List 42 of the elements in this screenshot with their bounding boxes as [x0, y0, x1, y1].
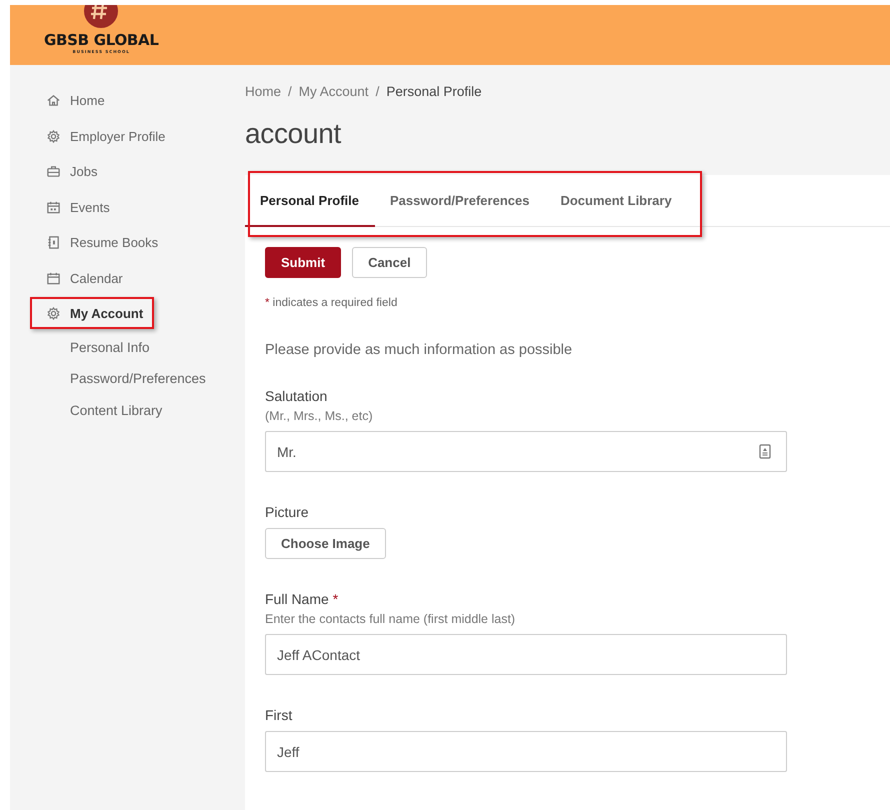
calendar-icon [46, 200, 61, 215]
breadcrumb-link[interactable]: My Account [298, 84, 369, 104]
logo-name: GBSB GLOBAL [44, 31, 159, 49]
field-label: Salutation [265, 388, 328, 404]
cancel-button[interactable]: Cancel [352, 247, 427, 278]
field-label: Full Name * [265, 591, 340, 607]
breadcrumb-current: Personal Profile [386, 84, 482, 101]
gear-icon [46, 306, 61, 322]
tab[interactable]: Document Library [545, 175, 688, 227]
breadcrumb-separator: / [288, 84, 292, 101]
sidebar-item[interactable]: Employer Profile [70, 128, 166, 144]
submit-button[interactable]: Submit [265, 247, 342, 278]
input-field[interactable]: Jeff AContact [265, 634, 787, 675]
breadcrumb-link[interactable]: Home [245, 84, 282, 104]
sidebar-item[interactable]: Home [70, 93, 105, 108]
breadcrumb-separator: / [376, 84, 380, 101]
choose-image-button[interactable]: Choose Image [265, 528, 386, 559]
intro-text: Please provide as much information as possible [265, 342, 574, 358]
sidebar-subitem[interactable]: Password/Preferences [10, 363, 245, 394]
book-icon [46, 235, 61, 250]
sidebar-item[interactable]: My Account [70, 306, 144, 322]
sidebar-subitem[interactable]: Personal Info [10, 332, 245, 363]
sidebar-item[interactable]: Resume Books [70, 235, 158, 250]
field-hint: Enter the contacts full name (first middle last) [265, 612, 516, 626]
calendar-icon [46, 270, 61, 286]
sidebar-item[interactable]: Calendar [70, 270, 123, 286]
tab[interactable]: Password/Preferences [374, 175, 546, 227]
contact-card-icon[interactable] [759, 444, 771, 459]
sidebar-item[interactable]: Events [70, 200, 110, 215]
field-hint: (Mr., Mrs., Ms., etc) [265, 409, 374, 423]
input-field[interactable]: Mr. [265, 431, 787, 472]
sidebar-item[interactable]: Jobs [70, 164, 98, 180]
required-note: * indicates a required field [265, 297, 398, 309]
sidebar-subitem[interactable]: Content Library [10, 394, 245, 426]
field-label: First [265, 707, 294, 723]
gear-icon [46, 128, 61, 144]
page-title: account [245, 118, 342, 151]
tab[interactable]: Personal Profile [245, 175, 375, 227]
field-label: Picture [265, 504, 310, 520]
input-field[interactable]: Jeff [265, 731, 787, 772]
home-icon [46, 93, 61, 108]
briefcase-icon [46, 164, 61, 180]
